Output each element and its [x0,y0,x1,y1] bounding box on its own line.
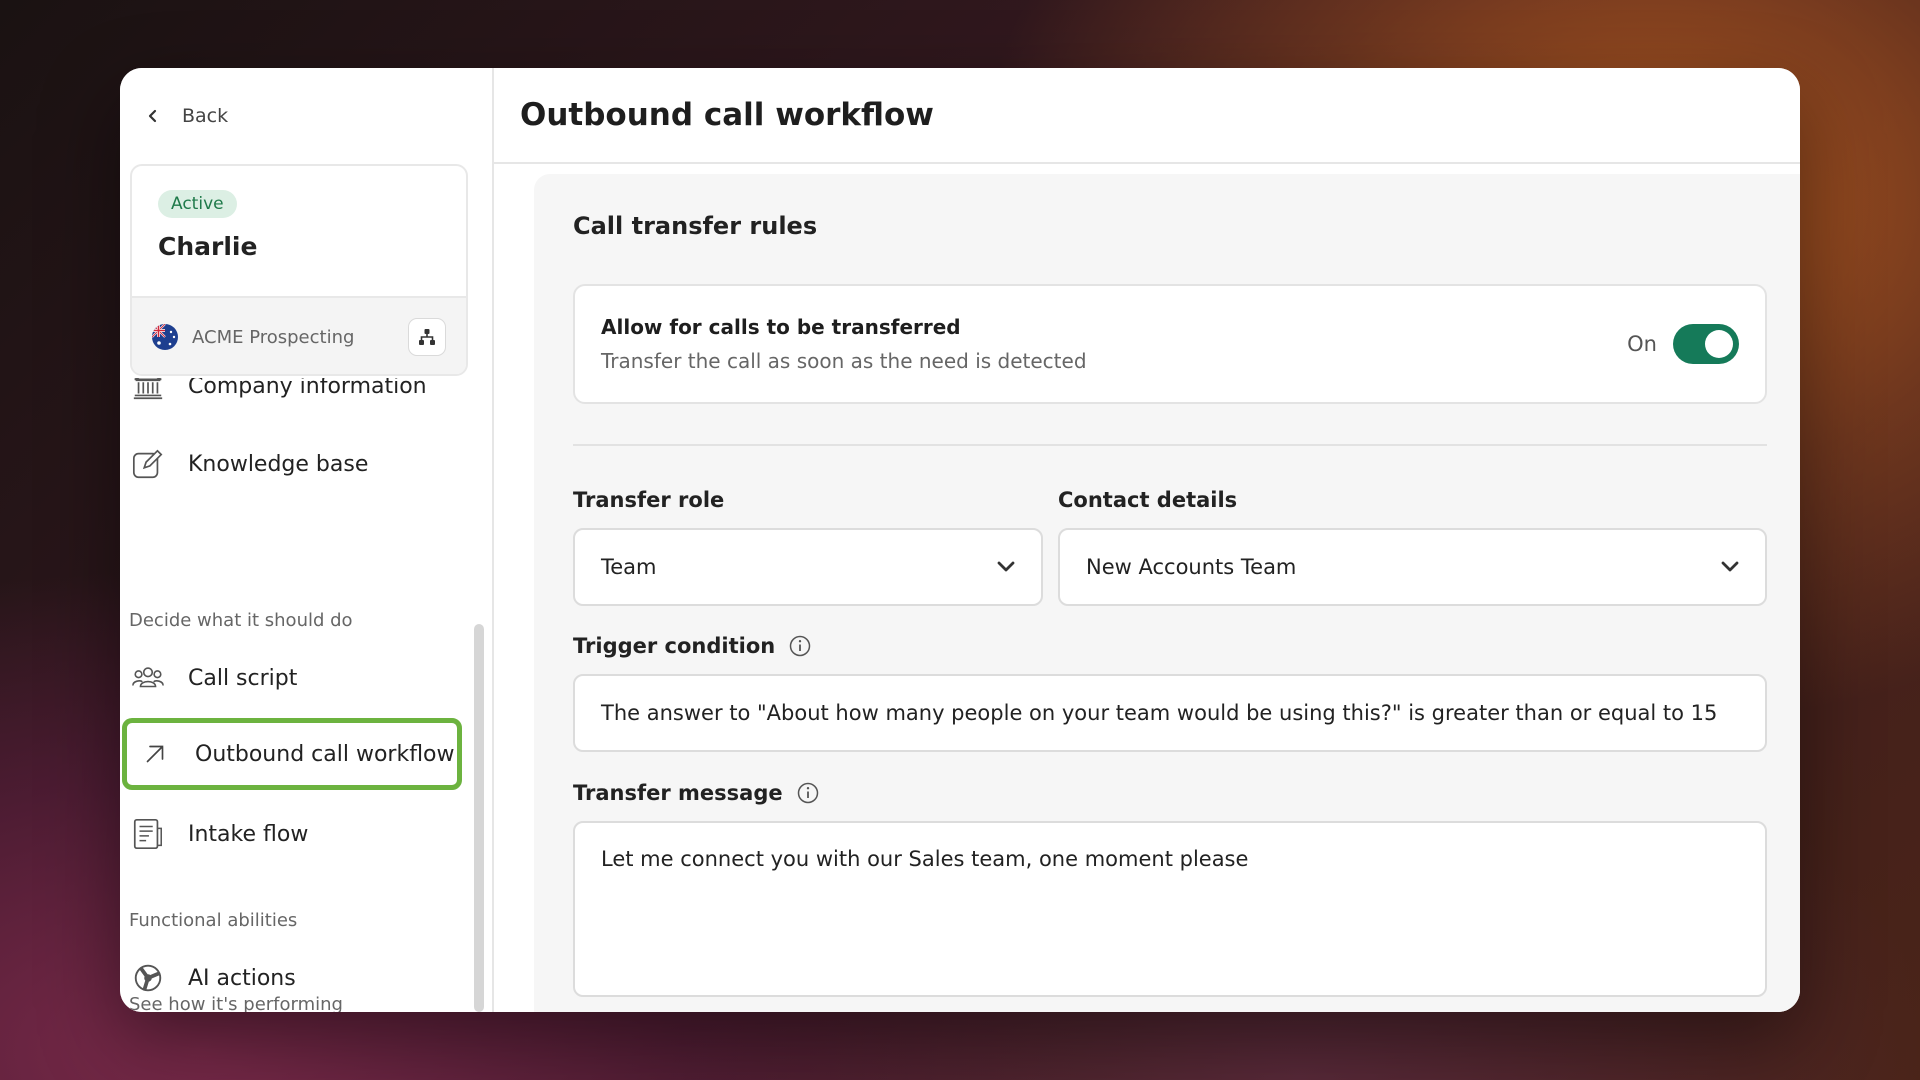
sidebar-item-label: AI actions [188,965,296,991]
page-header: Outbound call workflow [494,68,1800,164]
trigger-condition-value: The answer to "About how many people on … [601,701,1718,725]
chevron-left-icon [148,109,157,123]
sidebar-item-company-information[interactable]: Company information [130,378,464,422]
org-row: ACME Prospecting [132,296,466,374]
toggle-state-label: On [1627,332,1657,356]
sidebar-item-knowledge-base[interactable]: Knowledge base [130,428,464,500]
trigger-condition-label: Trigger condition [573,634,811,658]
page-title: Outbound call workflow [520,97,934,133]
transfer-message-value: Let me connect you with our Sales team, … [601,847,1249,871]
status-badge: Active [158,190,237,218]
back-label: Back [182,105,229,127]
divider [573,444,1767,446]
sidebar: Back Active Charlie ACME Prospecting Com… [120,68,494,1012]
toggle-knob [1705,330,1733,358]
form-icon [130,816,166,852]
section-label-decide: Decide what it should do [129,610,353,631]
trigger-condition-label-text: Trigger condition [573,634,776,658]
sidebar-item-label: Call script [188,665,298,691]
sidebar-item-outbound-call-workflow[interactable]: Outbound call workflow [122,718,462,790]
transfer-message-label-text: Transfer message [573,781,783,805]
section-label-functional: Functional abilities [129,910,298,931]
transfer-message-textarea[interactable]: Let me connect you with our Sales team, … [573,821,1767,997]
org-switch-button[interactable] [408,318,446,356]
ai-icon [130,960,166,996]
toggle-description: Transfer the call as soon as the need is… [601,349,1087,373]
sidebar-item-intake-flow[interactable]: Intake flow [130,798,464,870]
contact-details-label: Contact details [1058,488,1237,512]
transfer-toggle-switch[interactable] [1673,324,1739,364]
edit-icon [130,446,166,482]
sidebar-item-label: Company information [188,378,427,399]
agent-name: Charlie [158,232,258,261]
sidebar-nav: Company information Knowledge base Decid… [120,378,474,1012]
chevron-down-icon [1721,561,1739,572]
section-label-performing: See how it's performing [129,994,343,1012]
contact-details-select[interactable]: New Accounts Team [1058,528,1767,606]
org-name: ACME Prospecting [192,326,355,348]
australia-flag-icon [152,324,178,350]
section-title: Call transfer rules [573,212,818,240]
info-icon[interactable] [789,635,811,657]
sidebar-item-call-script[interactable]: Call script [130,642,464,714]
people-icon [130,660,166,696]
app-window: Back Active Charlie ACME Prospecting Com… [120,68,1800,1012]
arrow-up-right-icon [137,736,173,772]
bank-icon [130,378,166,404]
info-icon[interactable] [797,782,819,804]
chevron-down-icon [997,561,1015,572]
transfer-role-label-text: Transfer role [573,488,725,512]
org-chart-icon [419,329,435,345]
back-button[interactable]: Back [146,98,228,134]
transfer-message-label: Transfer message [573,781,819,805]
transfer-role-value: Team [601,555,657,579]
toggle-title: Allow for calls to be transferred [601,315,961,339]
agent-card: Active Charlie ACME Prospecting [130,164,468,376]
main-content: Outbound call workflow Call transfer rul… [494,68,1800,1012]
transfer-role-select[interactable]: Team [573,528,1043,606]
contact-details-label-text: Contact details [1058,488,1238,512]
transfer-toggle-card: Allow for calls to be transferred Transf… [573,284,1767,404]
sidebar-item-label: Knowledge base [188,451,369,477]
settings-panel: Call transfer rules Allow for calls to b… [534,174,1800,1012]
sidebar-scrollbar[interactable] [474,624,484,1012]
contact-details-value: New Accounts Team [1086,555,1297,579]
trigger-condition-input[interactable]: The answer to "About how many people on … [573,674,1767,752]
transfer-role-label: Transfer role [573,488,724,512]
sidebar-item-label: Intake flow [188,821,309,847]
sidebar-item-label: Outbound call workflow [195,741,455,767]
